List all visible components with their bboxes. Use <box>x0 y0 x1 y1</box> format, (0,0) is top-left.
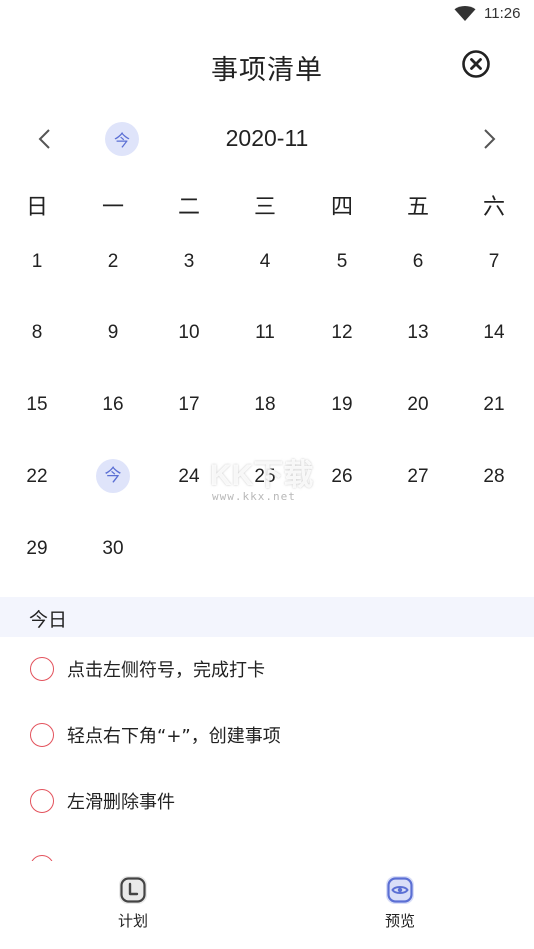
bottom-nav: 计划 预览 <box>0 862 534 949</box>
calendar-day[interactable]: 25 <box>240 460 290 494</box>
calendar-day[interactable]: 9 <box>88 316 138 350</box>
calendar-day[interactable]: 16 <box>88 388 138 422</box>
task-check-circle-icon[interactable] <box>30 657 54 681</box>
app-screen: 11:26 事项清单 今 2020-11 日 一 二 三 四 五 六 1 2 3… <box>0 0 534 949</box>
tab-plan-label: 计划 <box>117 912 148 930</box>
calendar-day[interactable]: 13 <box>393 316 443 350</box>
calendar-day[interactable]: 1 <box>12 245 62 279</box>
task-item[interactable]: 点击左侧符号，完成打卡 <box>0 642 534 698</box>
calendar-day[interactable]: 22 <box>12 460 62 494</box>
tab-preview-label: 预览 <box>384 912 415 930</box>
task-text: 轻点右下角“+”，创建事项 <box>67 726 281 747</box>
calendar-day[interactable]: 8 <box>12 316 62 350</box>
calendar-day[interactable]: 12 <box>317 316 367 350</box>
calendar-day[interactable]: 27 <box>393 460 443 494</box>
tab-preview[interactable]: 预览 <box>360 874 440 931</box>
calendar-day[interactable]: 14 <box>469 316 519 350</box>
calendar-day[interactable]: 30 <box>88 532 138 566</box>
clock-icon <box>119 876 147 904</box>
task-text: 点击左侧符号，完成打卡 <box>67 660 265 681</box>
eye-icon <box>386 876 414 904</box>
today-section-header: 今日 <box>0 597 534 637</box>
calendar-day[interactable]: 15 <box>12 388 62 422</box>
calendar-day[interactable]: 10 <box>164 316 214 350</box>
calendar-day[interactable]: 21 <box>469 388 519 422</box>
task-check-circle-icon[interactable] <box>30 723 54 747</box>
task-item[interactable]: 左滑删除事件 <box>0 774 534 830</box>
calendar-day[interactable]: 5 <box>317 245 367 279</box>
calendar-day[interactable]: 11 <box>240 316 290 350</box>
calendar-day[interactable]: 20 <box>393 388 443 422</box>
calendar-day[interactable]: 24 <box>164 460 214 494</box>
task-check-circle-icon[interactable] <box>30 789 54 813</box>
calendar-day[interactable]: 26 <box>317 460 367 494</box>
calendar-day-today[interactable]: 今 <box>96 459 130 493</box>
calendar-day[interactable]: 7 <box>469 245 519 279</box>
calendar-day[interactable]: 17 <box>164 388 214 422</box>
task-item[interactable]: 轻点右下角“+”，创建事项 <box>0 708 534 764</box>
calendar-day[interactable]: 2 <box>88 245 138 279</box>
calendar-day[interactable]: 3 <box>164 245 214 279</box>
task-check-circle-icon <box>30 855 54 861</box>
calendar-grid: 1 2 3 4 5 6 7 8 9 10 11 12 13 14 15 16 1… <box>0 0 534 600</box>
calendar-day[interactable]: 29 <box>12 532 62 566</box>
calendar-day[interactable]: 18 <box>240 388 290 422</box>
calendar-day[interactable]: 4 <box>240 245 290 279</box>
calendar-day[interactable]: 6 <box>393 245 443 279</box>
task-text: 左滑删除事件 <box>67 792 175 813</box>
calendar-day[interactable]: 19 <box>317 388 367 422</box>
tab-plan[interactable]: 计划 <box>93 874 173 931</box>
calendar-day[interactable]: 28 <box>469 460 519 494</box>
today-section-label: 今日 <box>29 609 68 631</box>
